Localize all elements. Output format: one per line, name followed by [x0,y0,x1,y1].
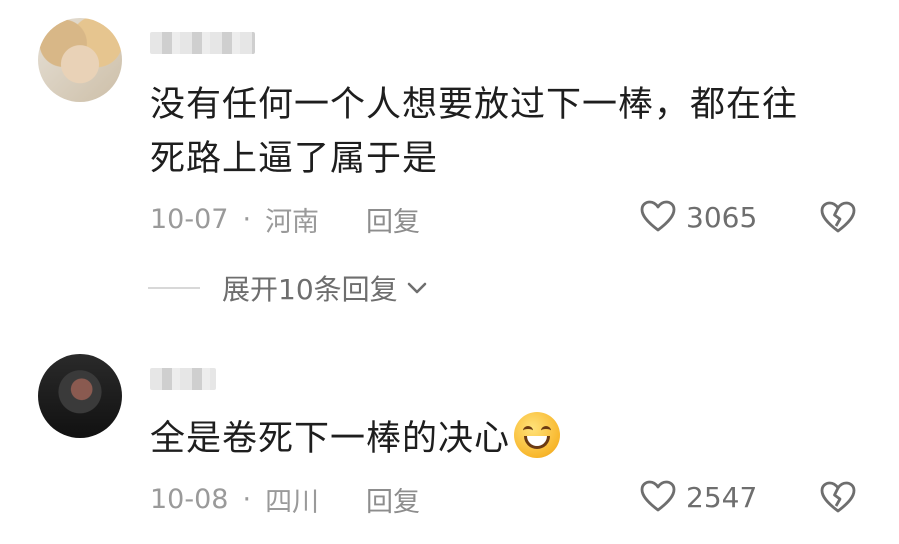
comment-text-line-2: 死路上逼了属于是 [150,139,439,179]
reply-button[interactable]: 回复 [366,200,420,239]
chevron-down-icon [407,282,426,294]
like-count: 2547 [686,480,758,514]
broken-heart-icon[interactable] [818,198,858,238]
like-count: 3065 [686,200,758,234]
comment-text-body: 全是卷死下一棒的决心 [150,419,511,459]
meta-separator: · [242,484,252,515]
expand-replies-label: 展开10条回复 [222,273,398,306]
comment-text: 全是卷死下一棒的决心 [150,410,561,468]
comment-date: 10-08 [150,484,229,515]
comment-meta: 10-07 · 河南 [150,200,319,239]
comment-text-line-1: 没有任何一个人想要放过下一棒，都在往 [150,85,799,125]
reply-button[interactable]: 回复 [366,480,420,519]
grinning-emoji-icon [514,412,561,458]
expand-replies-button[interactable]: 展开10条回复 [148,268,430,308]
heart-icon [640,480,676,512]
like-button[interactable]: 2547 [638,477,757,517]
broken-heart-icon[interactable] [818,478,858,518]
avatar[interactable] [38,18,122,102]
meta-separator: · [242,204,252,235]
username-blurred[interactable] [150,32,255,54]
avatar[interactable] [38,354,122,438]
username-blurred[interactable] [150,368,216,390]
comment-meta: 10-08 · 四川 [150,480,319,519]
comment-date: 10-07 [150,204,229,235]
comment-location: 四川 [265,487,320,518]
divider-line [148,287,200,289]
heart-icon [640,200,676,232]
comment-location: 河南 [265,207,320,238]
like-button[interactable]: 3065 [638,197,757,237]
